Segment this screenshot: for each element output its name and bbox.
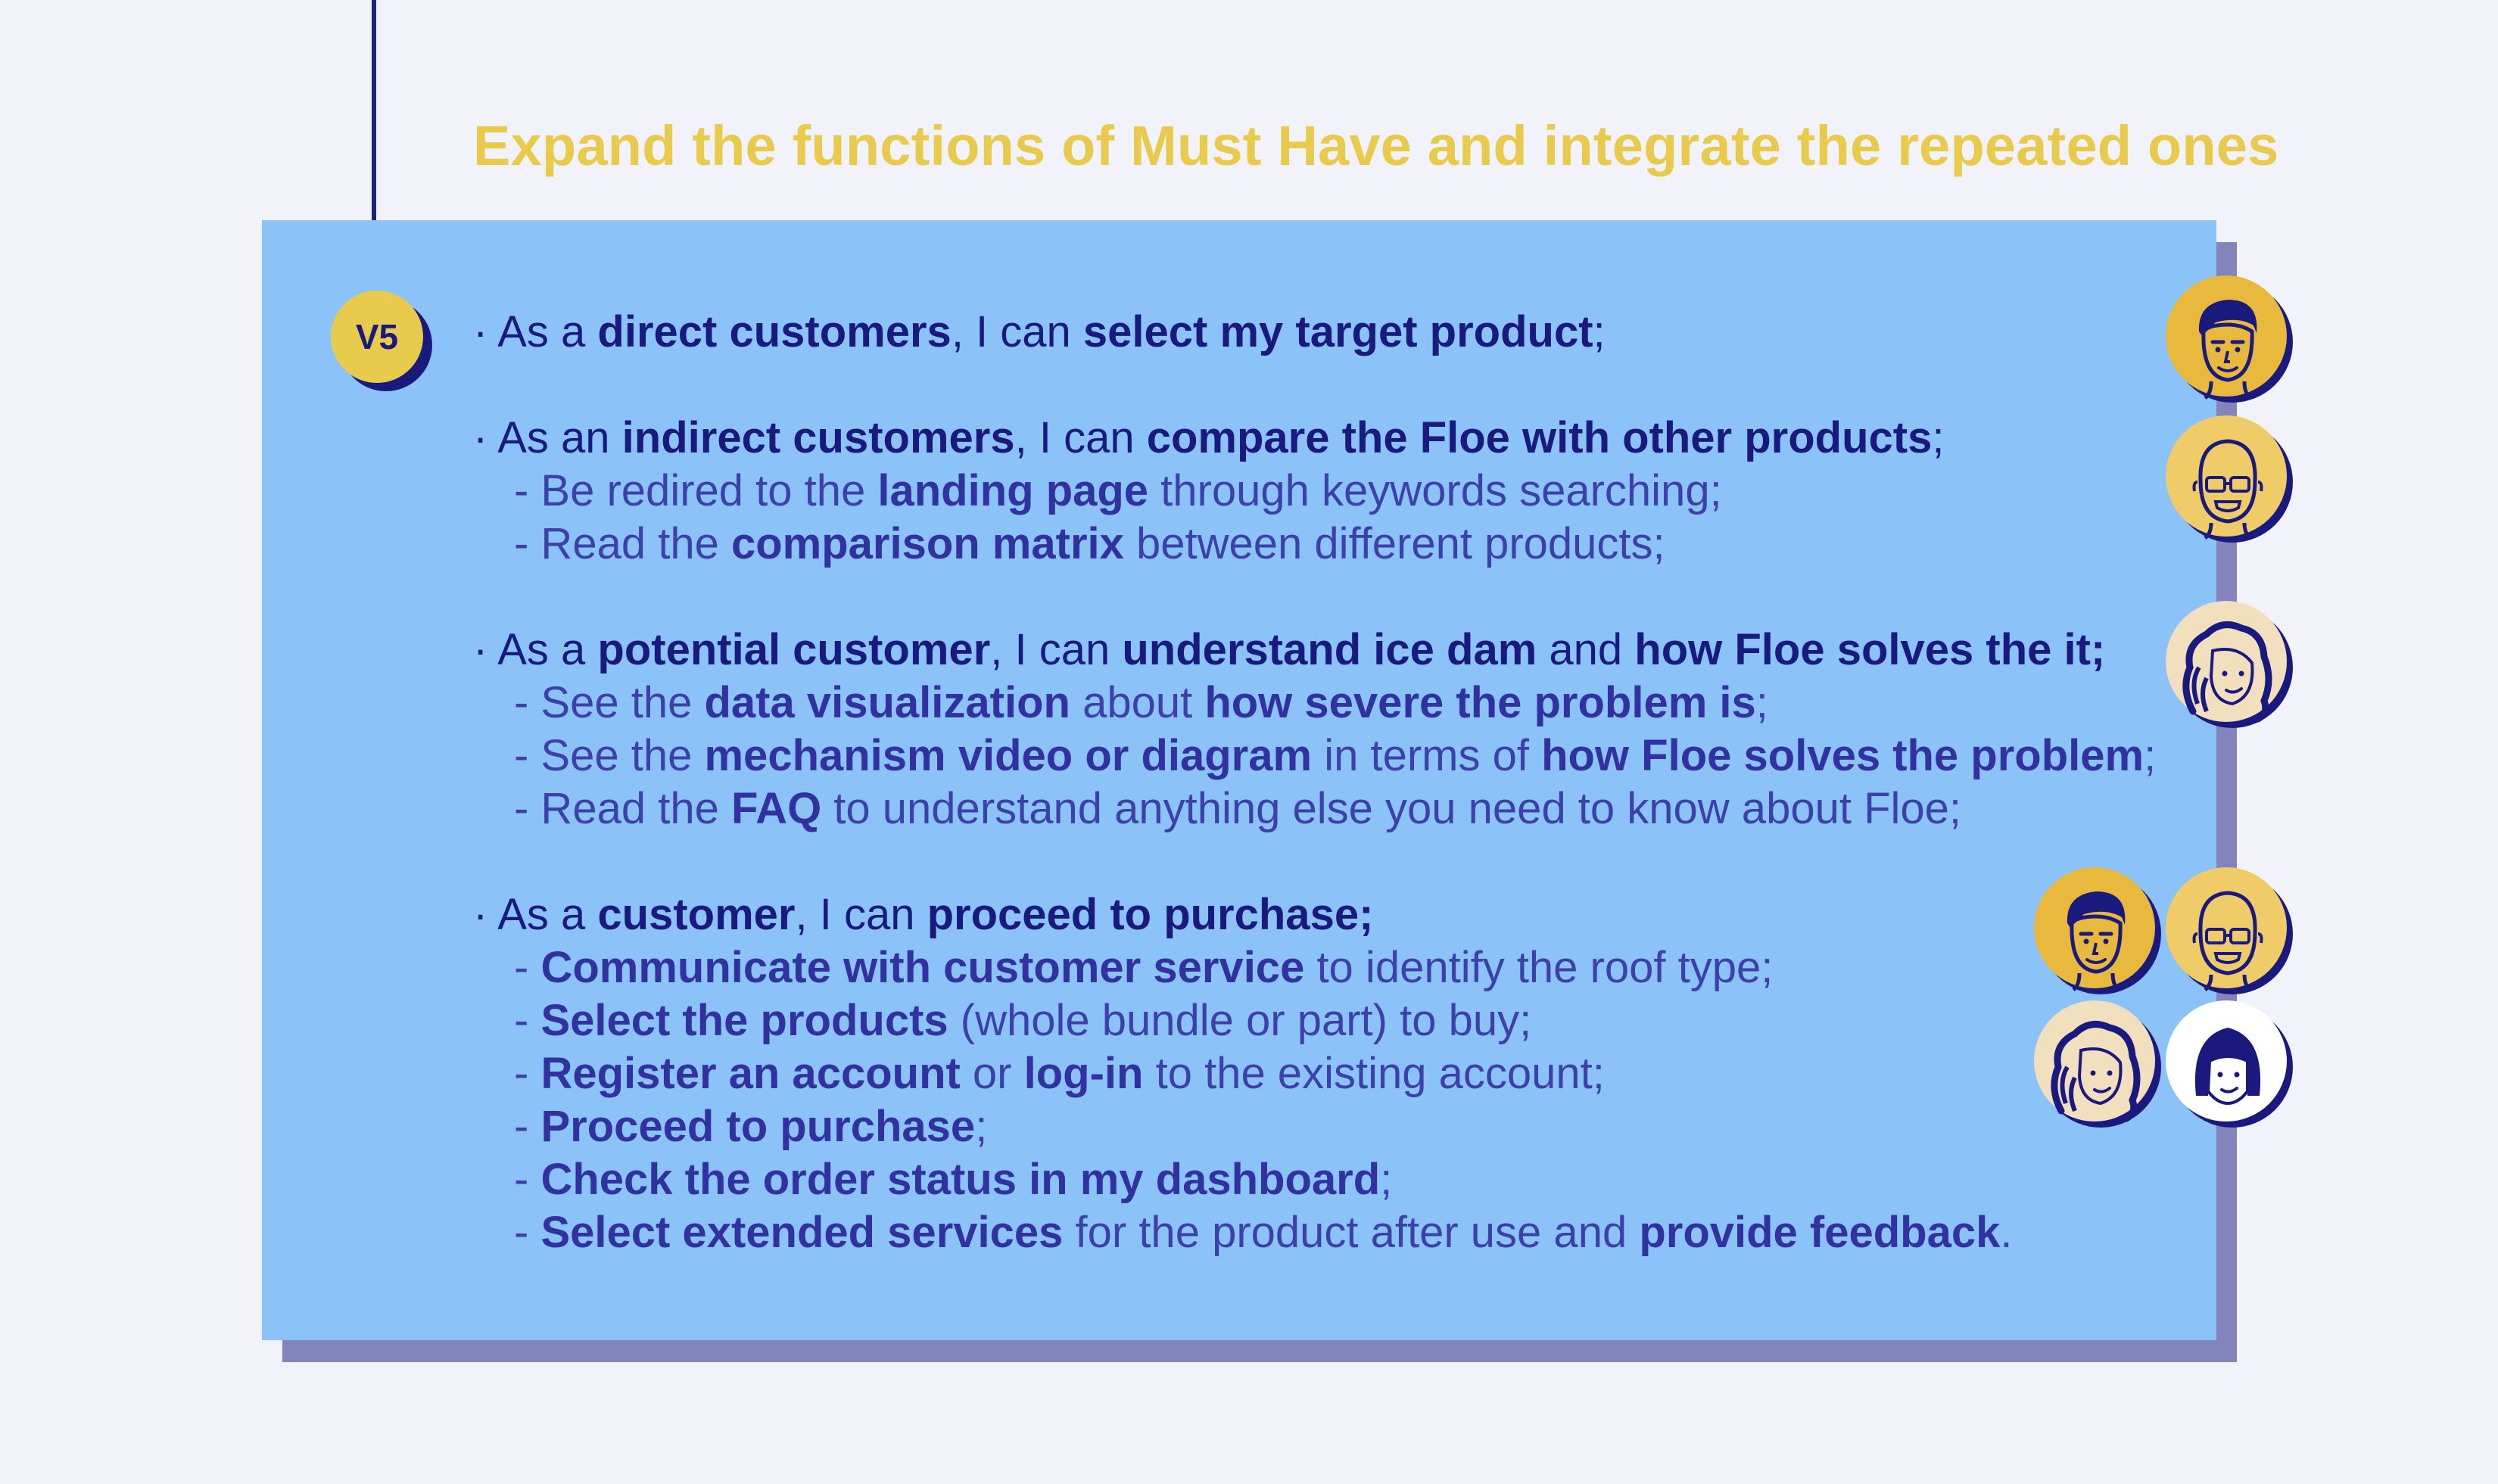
page-title: Expand the functions of Must Have and in… (473, 114, 2279, 177)
story-customer: · As a customer, I can proceed to purcha… (473, 890, 1374, 939)
man-short-hair-avatar-icon (2166, 275, 2293, 403)
curly-hair-woman-avatar-icon (2166, 601, 2293, 728)
story-potential-customer: · As a potential customer, I can underst… (473, 625, 2106, 674)
story-item: - Read the FAQ to understand anything el… (514, 784, 1962, 833)
story-item: - Select extended services for the produ… (514, 1208, 2013, 1257)
story-item: - See the data visualization about how s… (514, 678, 1768, 727)
story-item: - Register an account or log-in to the e… (514, 1049, 1605, 1098)
user-stories: · As a direct customers, I can select my… (473, 306, 2214, 1259)
story-item: - See the mechanism video or diagram in … (514, 731, 2157, 780)
bald-man-glasses-avatar-icon (2166, 415, 2293, 543)
story-direct-customers: · As a direct customers, I can select my… (473, 307, 1606, 356)
story-indirect-customers: · As an indirect customers, I can compar… (473, 413, 1945, 462)
man-short-hair-avatar-icon (2034, 867, 2161, 994)
curly-hair-woman-avatar-icon (2034, 1000, 2161, 1128)
story-item: - Select the products (whole bundle or p… (514, 996, 1532, 1045)
story-item: - Proceed to purchase; (514, 1102, 988, 1151)
story-item: - Read the comparison matrix between dif… (514, 519, 1665, 568)
story-item: - Communicate with customer service to i… (514, 943, 1774, 992)
bald-man-glasses-avatar-icon (2166, 867, 2293, 994)
story-item: - Check the order status in my dashboard… (514, 1155, 1393, 1204)
version-badge: V5 (331, 291, 423, 383)
bob-hair-woman-avatar-icon (2166, 1000, 2293, 1128)
story-item: - Be redired to the landing page through… (514, 466, 1722, 515)
